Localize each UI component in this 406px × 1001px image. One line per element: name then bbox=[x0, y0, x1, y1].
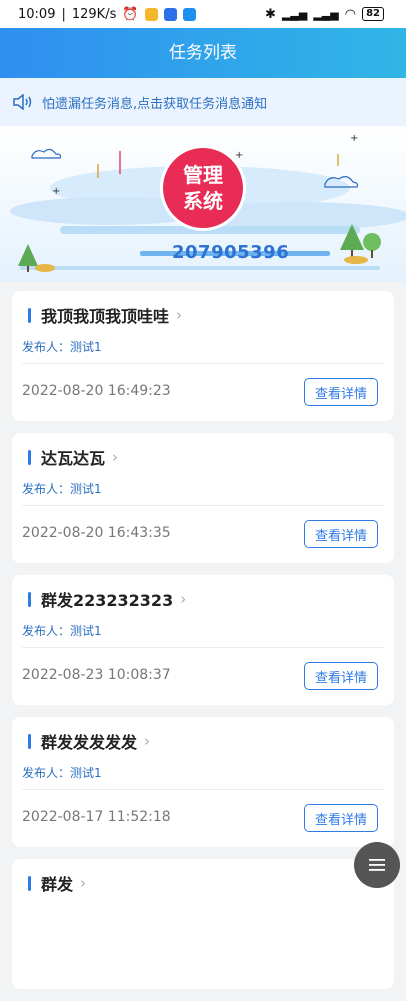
status-separator: | bbox=[61, 6, 66, 22]
task-card[interactable]: 群发 › bbox=[12, 859, 394, 989]
status-time: 10:09 bbox=[18, 6, 56, 22]
svg-text:+: + bbox=[235, 150, 243, 161]
view-details-button[interactable]: 查看详情 bbox=[304, 662, 378, 690]
chevron-right-icon: › bbox=[112, 448, 119, 466]
view-details-button[interactable]: 查看详情 bbox=[304, 804, 378, 832]
task-date: 2022-08-20 16:43:35 bbox=[22, 525, 171, 541]
status-speed: 129K/s bbox=[71, 6, 117, 22]
banner-number: 207905396 bbox=[172, 242, 290, 263]
battery-icon: 82 bbox=[362, 7, 384, 21]
title-accent-bar bbox=[28, 449, 31, 465]
task-card[interactable]: 群发223232323 › 发布人：测试1 2022-08-23 10:08:3… bbox=[12, 575, 394, 705]
task-publisher: 发布人：测试1 bbox=[22, 764, 102, 781]
speaker-icon bbox=[13, 94, 32, 110]
task-title[interactable]: 我顶我顶我顶哇哇 › bbox=[28, 303, 182, 327]
publisher-label: 发布人： bbox=[22, 624, 71, 638]
banner-illustration: + + + 管理 系统 207905396 bbox=[0, 126, 406, 282]
publisher-name: 测试1 bbox=[70, 482, 102, 496]
title-accent-bar bbox=[28, 733, 31, 749]
task-card[interactable]: 我顶我顶我顶哇哇 › 发布人：测试1 2022-08-20 16:49:23 查… bbox=[12, 291, 394, 421]
title-accent-bar bbox=[28, 591, 31, 607]
task-title-text: 群发 bbox=[41, 875, 74, 894]
publisher-label: 发布人： bbox=[22, 766, 71, 780]
task-title[interactable]: 群发 › bbox=[28, 871, 86, 895]
notification-app2-icon bbox=[163, 7, 177, 21]
task-title-text: 达瓦达瓦 bbox=[41, 449, 106, 468]
task-date: 2022-08-20 16:49:23 bbox=[22, 383, 171, 399]
bluetooth-icon: ✱ bbox=[265, 6, 276, 22]
page-title: 任务列表 bbox=[0, 28, 406, 78]
task-date: 2022-08-17 11:52:18 bbox=[22, 809, 171, 825]
signal2-icon: ▂▃▅ bbox=[313, 7, 339, 21]
publisher-name: 测试1 bbox=[70, 766, 102, 780]
task-title[interactable]: 群发发发发发 › bbox=[28, 729, 150, 753]
task-publisher: 发布人：测试1 bbox=[22, 622, 102, 639]
view-details-button[interactable]: 查看详情 bbox=[304, 378, 378, 406]
title-accent-bar bbox=[28, 875, 31, 891]
notification-app-icon bbox=[144, 7, 158, 21]
signal-icon: ▂▃▅ bbox=[281, 7, 308, 21]
card-divider bbox=[22, 789, 384, 790]
system-logo: 管理 系统 bbox=[163, 148, 243, 228]
task-date: 2022-08-23 10:08:37 bbox=[22, 667, 171, 683]
chevron-right-icon: › bbox=[80, 874, 87, 892]
task-title-text: 我顶我顶我顶哇哇 bbox=[41, 307, 170, 326]
logo-line-2: 系统 bbox=[183, 189, 223, 213]
card-divider bbox=[22, 505, 384, 506]
task-publisher: 发布人：测试1 bbox=[22, 338, 102, 355]
task-list: 我顶我顶我顶哇哇 › 发布人：测试1 2022-08-20 16:49:23 查… bbox=[12, 291, 394, 1001]
task-title-text: 群发223232323 bbox=[41, 591, 174, 610]
alarm-icon: ⏰ bbox=[122, 6, 139, 22]
wifi-icon: ◠ bbox=[344, 6, 357, 22]
svg-text:+: + bbox=[52, 186, 60, 197]
notification-banner[interactable]: 怕遗漏任务消息,点击获取任务消息通知 bbox=[0, 78, 406, 126]
svg-text:+: + bbox=[350, 133, 358, 144]
task-title[interactable]: 达瓦达瓦 › bbox=[28, 445, 118, 469]
chevron-right-icon: › bbox=[176, 306, 183, 324]
status-bar: 10:09 | 129K/s ⏰ ✱ ▂▃▅ ▂▃▅ ◠ 82 bbox=[0, 0, 406, 28]
task-title-text: 群发发发发发 bbox=[41, 733, 138, 752]
publisher-name: 测试1 bbox=[70, 340, 102, 354]
chevron-right-icon: › bbox=[180, 590, 187, 608]
task-card[interactable]: 群发发发发发 › 发布人：测试1 2022-08-17 11:52:18 查看详… bbox=[12, 717, 394, 847]
logo-line-1: 管理 bbox=[183, 163, 223, 187]
task-publisher: 发布人：测试1 bbox=[22, 480, 102, 497]
publisher-label: 发布人： bbox=[22, 482, 71, 496]
notification-text: 怕遗漏任务消息,点击获取任务消息通知 bbox=[42, 96, 268, 112]
card-divider bbox=[22, 647, 384, 648]
task-card[interactable]: 达瓦达瓦 › 发布人：测试1 2022-08-20 16:43:35 查看详情 bbox=[12, 433, 394, 563]
chevron-right-icon: › bbox=[144, 732, 151, 750]
view-details-button[interactable]: 查看详情 bbox=[304, 520, 378, 548]
card-divider bbox=[22, 363, 384, 364]
publisher-label: 发布人： bbox=[22, 340, 71, 354]
publisher-name: 测试1 bbox=[70, 624, 102, 638]
task-title[interactable]: 群发223232323 › bbox=[28, 587, 186, 611]
status-left: 10:09 | 129K/s ⏰ bbox=[18, 7, 196, 22]
floating-menu-button[interactable] bbox=[354, 842, 400, 888]
alipay-icon bbox=[182, 7, 196, 21]
status-right: ✱ ▂▃▅ ▂▃▅ ◠ 82 bbox=[265, 7, 384, 22]
title-accent-bar bbox=[28, 307, 31, 323]
menu-icon bbox=[369, 859, 385, 871]
